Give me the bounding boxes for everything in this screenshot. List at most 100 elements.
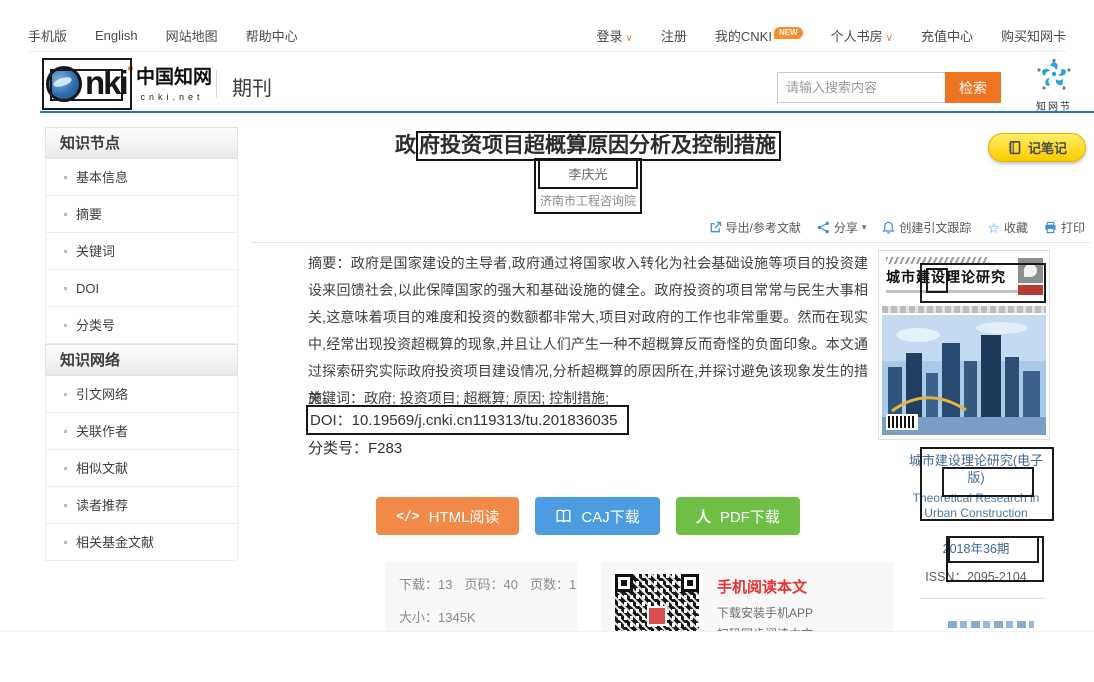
- recharge-center-link[interactable]: 充值中心: [921, 26, 973, 45]
- mobile-read-title: 手机阅读本文: [717, 576, 813, 597]
- buy-card-link[interactable]: 购买知网卡: [1001, 26, 1066, 45]
- cnki-festival-badge[interactable]: 知网节: [1028, 58, 1080, 113]
- sidebar-item-clc[interactable]: 分类号: [45, 307, 238, 344]
- keywords-label: 关键词：: [308, 390, 364, 406]
- doi-row: DOI：10.19569/j.cnki.cn119313/tu.20183603…: [306, 405, 629, 435]
- mobile-read-line1: 下载安装手机APP: [717, 604, 813, 621]
- header-divider: [216, 70, 217, 98]
- site-domain: cnki.net: [136, 92, 208, 102]
- search-input[interactable]: [777, 72, 945, 103]
- author-block: 李庆光 济南市工程咨询院: [308, 158, 868, 214]
- sidebar-item-keywords[interactable]: 关键词: [45, 233, 238, 270]
- journal-divider: [920, 598, 1045, 599]
- html-read-button[interactable]: </> HTML阅读: [376, 497, 519, 535]
- search-button[interactable]: 检索: [945, 72, 1001, 103]
- link-sitemap[interactable]: 网站地图: [166, 26, 218, 45]
- bell-icon: [882, 221, 895, 234]
- pdf-download-label: PDF下载: [720, 506, 780, 527]
- pdf-download-button[interactable]: 人 PDF下载: [676, 497, 800, 535]
- link-help-center[interactable]: 帮助中心: [246, 26, 298, 45]
- journal-name-link[interactable]: 城市建设理论研究(电子版): [905, 452, 1047, 486]
- keywords-text[interactable]: 政府; 投资项目; 超概算; 原因; 控制措施;: [364, 390, 609, 406]
- journal-publisher-logo: [1018, 258, 1043, 283]
- cnki-globe-logo-icon[interactable]: [46, 66, 82, 102]
- cnki-article-page: 手机版 English 网站地图 帮助中心 登录∨ 注册 我的CNKINEW 个…: [0, 0, 1094, 682]
- clipped-link-remnant: [948, 621, 1034, 628]
- chevron-down-icon: ▾: [862, 222, 867, 233]
- clc-value: F283: [368, 440, 402, 457]
- journal-name-english: Theoretical Research in Urban Constructi…: [910, 491, 1042, 521]
- qr-finder-icon: [681, 574, 699, 592]
- link-mobile-version[interactable]: 手机版: [28, 26, 67, 45]
- download-count: 下载：13: [399, 574, 452, 593]
- link-english[interactable]: English: [95, 28, 138, 43]
- festival-swirl-icon: [1036, 58, 1072, 92]
- sidebar-item-citation-network[interactable]: 引文网络: [45, 376, 238, 413]
- export-reference-button[interactable]: 导出/参考文献: [709, 219, 801, 236]
- cover-city-artwork: [882, 315, 1046, 435]
- clc-label: 分类号：: [308, 440, 368, 457]
- chevron-down-icon: ∨: [886, 33, 893, 44]
- journal-info: 城市建设理论研究(电子版) Theoretical Research in Ur…: [886, 452, 1066, 521]
- sidebar-item-related-fund-literature[interactable]: 相关基金文献: [45, 524, 238, 561]
- cover-subtitle-line: [886, 290, 1033, 293]
- cover-hatch-decoration: [886, 257, 989, 264]
- left-sidebar: 知识节点 基本信息 摘要 关键词 DOI 分类号 知识网络 引文网络 关联作者 …: [45, 127, 238, 561]
- personal-library-menu[interactable]: 个人书房∨: [831, 26, 893, 45]
- topbar-left-links: 手机版 English 网站地图 帮助中心: [28, 26, 298, 45]
- html-read-label: HTML阅读: [429, 506, 500, 527]
- sidebar-group-knowledge-node: 知识节点: [45, 127, 238, 159]
- share-menu[interactable]: 分享 ▾: [817, 219, 867, 236]
- header-accent-line: [40, 111, 1094, 113]
- page-bottom-cutoff: [0, 631, 1094, 682]
- author-affiliation[interactable]: 济南市工程咨询院: [540, 192, 636, 209]
- doi-value: 10.19569/j.cnki.cn119313/tu.201836035: [352, 412, 618, 429]
- clc-row: 分类号：F283: [308, 437, 402, 458]
- site-name-chinese: 中国知网: [136, 62, 208, 89]
- my-cnki-label: 我的CNKI: [715, 29, 772, 44]
- mobile-read-text: 手机阅读本文 下载安装手机APP 扫码同步阅读本文: [717, 570, 813, 634]
- author-name[interactable]: 李庆光: [538, 159, 638, 189]
- author-affiliation-box: 李庆光 济南市工程咨询院: [534, 158, 642, 214]
- topbar-right-links: 登录∨ 注册 我的CNKINEW 个人书房∨ 充值中心 购买知网卡: [597, 26, 1066, 45]
- my-cnki-link[interactable]: 我的CNKINEW: [715, 26, 803, 45]
- print-button[interactable]: 打印: [1044, 219, 1085, 236]
- top-utility-bar: 手机版 English 网站地图 帮助中心 登录∨ 注册 我的CNKINEW 个…: [28, 20, 1066, 52]
- code-icon: </>: [396, 509, 419, 524]
- qr-center-stamp: [647, 606, 667, 626]
- register-link[interactable]: 注册: [661, 26, 687, 45]
- sidebar-item-reader-recommendation[interactable]: 读者推荐: [45, 487, 238, 524]
- sidebar-item-doi[interactable]: DOI: [45, 270, 238, 307]
- citation-alert-button[interactable]: 创建引文跟踪: [882, 219, 971, 236]
- take-note-button[interactable]: 记笔记: [988, 133, 1086, 162]
- mobile-read-panel: 手机阅读本文 下载安装手机APP 扫码同步阅读本文: [601, 562, 893, 642]
- favorite-label: 收藏: [1004, 219, 1028, 236]
- journal-cover-header: 城市建设理论研究: [882, 254, 1046, 304]
- caj-download-button[interactable]: CAJ下载: [535, 497, 659, 535]
- journal-issue-link[interactable]: 2018年36期: [886, 538, 1066, 557]
- take-note-label: 记笔记: [1028, 138, 1067, 157]
- action-buttons: </> HTML阅读 CAJ下载 人 PDF下载: [308, 497, 868, 535]
- abstract-label: 摘要：: [308, 255, 351, 271]
- login-menu[interactable]: 登录∨: [597, 26, 633, 45]
- sidebar-item-abstract[interactable]: 摘要: [45, 196, 238, 233]
- star-icon: ☆: [987, 222, 1000, 234]
- journal-cover[interactable]: 城市建设理论研究: [878, 250, 1050, 440]
- article-title-prefix: 政: [395, 134, 416, 157]
- favorite-button[interactable]: ☆ 收藏: [987, 219, 1028, 236]
- book-icon: [555, 509, 572, 524]
- doi-label: DOI：: [310, 412, 352, 429]
- cover-text-strip: [882, 306, 1046, 313]
- export-icon: [709, 221, 722, 234]
- dotted-divider: [252, 242, 1090, 243]
- cnki-logo-text[interactable]: nki: [85, 66, 127, 100]
- share-icon: [817, 221, 830, 234]
- sidebar-item-basic-info[interactable]: 基本信息: [45, 159, 238, 196]
- share-label: 分享: [834, 219, 858, 236]
- section-title-journal: 期刊: [232, 72, 272, 101]
- sidebar-item-similar-literature[interactable]: 相似文献: [45, 450, 238, 487]
- cnki-chinese-logo[interactable]: 中国知网 cnki.net: [136, 62, 208, 102]
- cover-issue-mark: [1018, 285, 1043, 295]
- sidebar-item-related-authors[interactable]: 关联作者: [45, 413, 238, 450]
- citation-alert-label: 创建引文跟踪: [899, 219, 971, 236]
